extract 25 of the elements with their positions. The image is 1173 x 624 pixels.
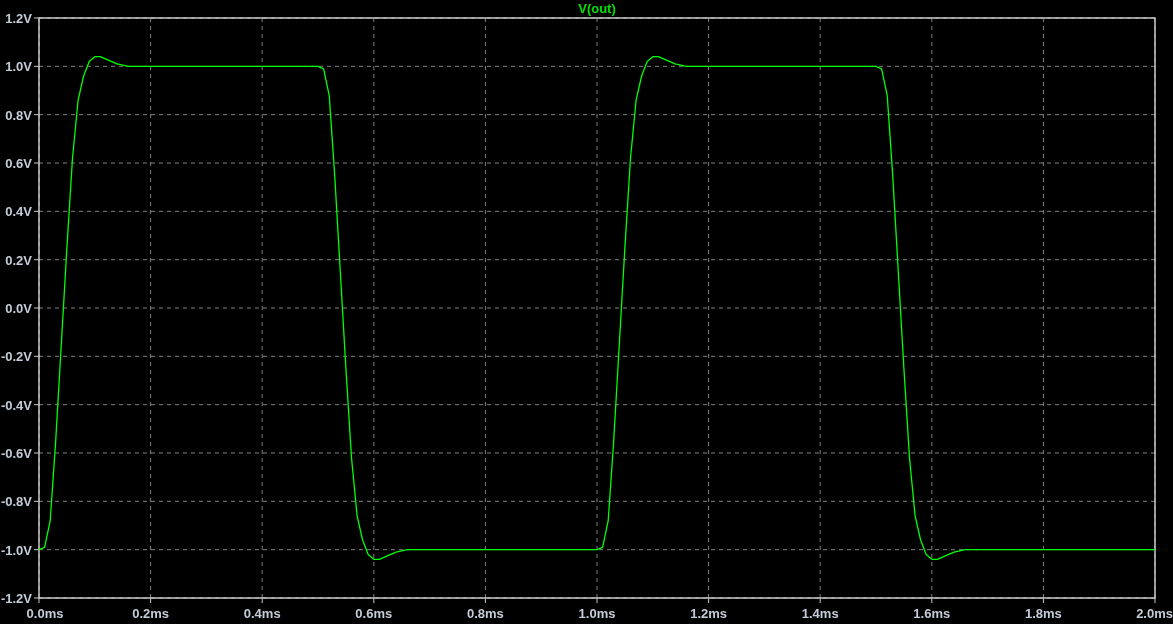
y-tick-label: -1.2V [0, 591, 32, 606]
y-tick-label: 0.8V [5, 107, 32, 123]
x-tick-label: 0.8ms [466, 606, 504, 621]
x-tick-label: 1.0ms [578, 606, 616, 621]
x-tick-label: 1.4ms [801, 606, 839, 621]
x-tick-label: 1.2ms [690, 606, 728, 621]
trace-label: V(out) [578, 1, 616, 16]
y-tick-label: 1.0V [5, 59, 32, 75]
y-tick-label: 0.0V [5, 301, 32, 316]
y-tick-label: -0.2V [0, 349, 32, 365]
y-tick-label: -1.0V [0, 542, 32, 558]
x-tick-label: 2.0ms [1136, 606, 1173, 621]
x-tick-label: 1.8ms [1024, 606, 1062, 621]
y-tick-label: -0.4V [0, 397, 32, 413]
x-tick-label: 0.4ms [243, 606, 281, 621]
y-tick-label: -0.8V [0, 494, 32, 510]
y-tick-label: 1.2V [5, 11, 32, 26]
x-tick-label: 1.6ms [913, 606, 951, 621]
y-tick-label: 0.4V [5, 204, 32, 220]
y-tick-label: 0.2V [5, 252, 32, 268]
x-tick-label: 0.6ms [355, 606, 393, 621]
x-tick-label: 0.2ms [132, 606, 170, 621]
y-tick-label: -0.6V [0, 446, 32, 461]
y-tick-label: 0.6V [5, 156, 32, 171]
x-tick-label: 0.0ms [26, 606, 64, 621]
